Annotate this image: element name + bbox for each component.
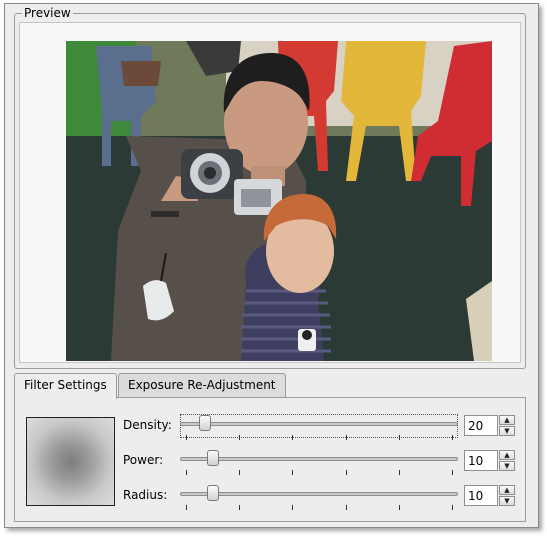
- density-slider[interactable]: [180, 414, 458, 440]
- slider-tick: [239, 505, 241, 510]
- radius-slider-trough: [180, 492, 458, 496]
- vignetting-filter-dialog: Preview Filter Settings Exposure Re-Adju…: [4, 3, 539, 528]
- chevron-up-icon[interactable]: ▲: [499, 450, 515, 460]
- slider-tick: [345, 435, 347, 440]
- slider-tick: [452, 505, 453, 510]
- radius-spinbox[interactable]: ▲ ▼: [464, 485, 516, 506]
- slider-tick: [398, 435, 400, 440]
- tab-filter-settings-label: Filter Settings: [24, 378, 107, 392]
- density-slider-handle[interactable]: [198, 415, 211, 431]
- radius-slider[interactable]: [180, 484, 458, 510]
- radius-label: Radius:: [123, 488, 168, 502]
- power-value-input[interactable]: [464, 450, 498, 471]
- slider-tick: [239, 470, 241, 475]
- slider-tick: [345, 505, 347, 510]
- filter-settings-panel: Density: ▲ ▼ Power:: [14, 397, 526, 522]
- radius-value-input[interactable]: [464, 485, 498, 506]
- chevron-down-icon[interactable]: ▼: [499, 496, 515, 506]
- slider-tick: [345, 470, 347, 475]
- slider-tick: [239, 435, 241, 440]
- density-spinbox[interactable]: ▲ ▼: [464, 415, 516, 436]
- preview-frame: [19, 22, 521, 363]
- radius-slider-ticks: [186, 505, 453, 510]
- density-row: Density: ▲ ▼: [119, 414, 519, 440]
- radius-slider-handle[interactable]: [206, 485, 219, 501]
- preview-group-title: Preview: [22, 6, 73, 20]
- chevron-down-icon[interactable]: ▼: [499, 426, 515, 436]
- slider-tick: [452, 435, 453, 440]
- slider-tick: [186, 505, 187, 510]
- slider-tick: [452, 470, 453, 475]
- tab-bar: Filter Settings Exposure Re-Adjustment: [14, 373, 526, 399]
- slider-tick: [292, 505, 294, 510]
- slider-tick: [292, 435, 294, 440]
- slider-tick: [186, 435, 187, 440]
- density-label: Density:: [123, 418, 172, 432]
- power-spinbox[interactable]: ▲ ▼: [464, 450, 516, 471]
- chevron-up-icon[interactable]: ▲: [499, 415, 515, 425]
- density-slider-trough: [180, 422, 458, 426]
- power-label: Power:: [123, 453, 164, 467]
- power-slider[interactable]: [180, 449, 458, 475]
- slider-tick: [186, 470, 187, 475]
- vignette-mask-preview: [26, 417, 115, 506]
- density-value-input[interactable]: [464, 415, 498, 436]
- preview-group: Preview: [14, 6, 526, 369]
- preview-image: [66, 41, 492, 361]
- tab-exposure-readjustment[interactable]: Exposure Re-Adjustment: [118, 373, 286, 397]
- slider-tick: [398, 470, 400, 475]
- power-slider-handle[interactable]: [206, 450, 219, 466]
- chevron-down-icon[interactable]: ▼: [499, 461, 515, 471]
- preview-photo-svg: [66, 41, 492, 361]
- slider-tick: [398, 505, 400, 510]
- power-slider-trough: [180, 457, 458, 461]
- density-slider-ticks: [186, 435, 453, 440]
- power-row: Power: ▲ ▼: [119, 449, 519, 475]
- power-slider-ticks: [186, 470, 453, 475]
- tab-filter-settings[interactable]: Filter Settings: [14, 373, 117, 399]
- slider-tick: [292, 470, 294, 475]
- tab-exposure-readjustment-label: Exposure Re-Adjustment: [128, 378, 276, 392]
- radius-row: Radius: ▲ ▼: [119, 484, 519, 510]
- chevron-up-icon[interactable]: ▲: [499, 485, 515, 495]
